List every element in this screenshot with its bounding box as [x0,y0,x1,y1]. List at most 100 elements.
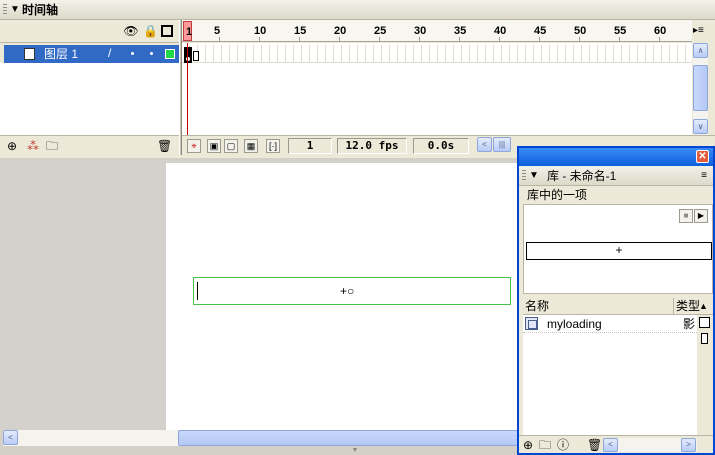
layer-footer: ⊕ ⁂ 🗀 🗑 [0,135,179,155]
ruler-label: 15 [294,25,307,37]
dynamic-text-field[interactable]: +○ [193,277,511,305]
center-frame-icon[interactable]: ⌖ [187,139,201,153]
motion-guide-icon[interactable]: ⁂ [27,138,39,154]
trash-icon[interactable]: 🗑 [587,437,602,453]
registration-point-icon: +○ [340,284,355,298]
ruler-label: 45 [534,25,547,37]
timeline-title: 时间轴 [22,3,59,17]
ruler-label: 30 [414,25,427,37]
timeline-menu-icon[interactable]: ▸≡ [693,24,705,38]
elapsed-time-field: 0.0s [413,138,469,154]
new-symbol-icon[interactable]: ⊕ [523,437,533,453]
text-caret [197,282,198,300]
narrow-view-icon[interactable] [701,333,708,344]
scroll-thumb[interactable]: ||| [493,137,511,152]
timeline-vertical-scrollbar[interactable]: ∧ ∨ [693,43,708,136]
frame-ruler[interactable]: 1 5 10 15 20 25 30 35 40 45 50 55 60 [182,20,692,42]
scroll-right-button[interactable]: > [681,438,696,452]
item-name[interactable]: myloading [547,316,602,332]
insert-folder-icon[interactable]: 🗀 [46,138,58,154]
wide-view-icon[interactable] [699,317,710,328]
movie-clip-icon [525,317,538,330]
ruler-tick [619,37,620,41]
onion-outlines-icon[interactable]: ▢ [224,139,238,153]
ruler-tick [339,37,340,41]
ruler-tick [379,37,380,41]
library-titlebar[interactable]: ✕ [519,148,713,166]
current-frame-field: 1 [288,138,332,154]
collapse-arrow-icon[interactable]: ▼ [10,3,20,17]
scroll-down-button[interactable]: ∨ [693,119,708,134]
ruler-tick [299,37,300,41]
lock-icon[interactable]: 🔒 [143,24,158,38]
ruler-label: 25 [374,25,387,37]
ruler-tick [579,37,580,41]
stop-button[interactable]: ■ [679,209,693,223]
playhead-label: 1 [186,26,193,38]
trash-icon[interactable]: 🗑 [157,138,172,154]
eye-icon[interactable]: 👁 [122,24,140,38]
ruler-label: 40 [494,25,507,37]
onion-skin-icon[interactable]: ▣ [207,139,221,153]
timeline-panel: ▼ 时间轴 👁 🔒 图层 1 / ⊕ ⁂ 🗀 🗑 1 5 10 15 20 25… [0,0,715,158]
library-footer: ⊕ 🗀 ⓘ 🗑 < > [519,435,713,453]
library-preview: ■ ▶ + [523,204,713,294]
library-panel: ✕ ▼ 库 - 未命名-1 ≡ 库中的一项 ■ ▶ + 名称 类型 ▲ mylo… [517,146,715,455]
modify-markers-icon[interactable]: [·] [266,139,280,153]
options-menu-icon[interactable]: ≡ [701,170,707,182]
scroll-left-button[interactable]: < [3,430,18,445]
ruler-label: 60 [654,25,667,37]
frame-row[interactable] [182,45,692,63]
timeline-horizontal-scrollbar[interactable]: < ||| [477,137,511,153]
pencil-icon: / [108,46,112,60]
column-name[interactable]: 名称 [525,298,549,314]
column-type[interactable]: 类型 [673,298,700,314]
panel-grip-icon[interactable] [522,170,526,182]
scroll-thumb[interactable] [178,430,518,446]
scroll-up-button[interactable]: ∧ [693,43,708,58]
ruler-tick [539,37,540,41]
frame-grid[interactable] [182,43,692,136]
timeline-header[interactable]: ▼ 时间轴 [0,0,715,20]
layer-name[interactable]: 图层 1 [44,46,78,62]
new-folder-icon[interactable]: 🗀 [539,437,551,453]
panel-grip-icon[interactable] [3,4,7,16]
playhead-line [187,43,188,136]
scroll-thumb[interactable] [693,65,708,111]
item-type: 影 [683,317,696,331]
ruler-tick [499,37,500,41]
library-list: myloading 影 [523,315,697,435]
scroll-left-button[interactable]: < [603,438,618,452]
library-item-count: 库中的一项 [527,188,588,202]
properties-icon[interactable]: ⓘ [557,437,569,453]
preview-symbol: + [526,242,712,260]
ruler-tick [459,37,460,41]
ruler-label: 50 [574,25,587,37]
play-button[interactable]: ▶ [694,209,708,223]
library-horizontal-scrollbar[interactable]: < > [603,438,697,452]
list-item[interactable]: myloading 影 [523,315,697,333]
edit-multiple-frames-icon[interactable]: ▦ [244,139,258,153]
sort-order-icon[interactable]: ▲ [699,299,708,313]
layer-row[interactable]: 图层 1 / [4,45,179,63]
visibility-dot-icon[interactable] [131,52,134,55]
layer-color-swatch[interactable] [165,49,175,59]
collapse-arrow-icon[interactable]: ▼ [529,169,539,183]
outline-icon[interactable] [161,25,173,37]
close-button[interactable]: ✕ [696,150,709,163]
layer-list-empty [0,63,179,135]
ruler-tick [659,37,660,41]
lock-dot-icon[interactable] [150,52,153,55]
ruler-label: 35 [454,25,467,37]
panel-resize-grip[interactable]: ▼ [330,447,380,455]
stage-horizontal-scrollbar[interactable]: < [3,430,518,446]
playhead-marker[interactable]: 1 [183,21,192,41]
scroll-left-button[interactable]: < [477,137,492,152]
layer-page-icon [24,48,35,60]
ruler-tick [419,37,420,41]
insert-layer-icon[interactable]: ⊕ [7,138,17,154]
ruler-label: 55 [614,25,627,37]
frame-rate-field[interactable]: 12.0 fps [337,138,407,154]
library-header[interactable]: ▼ 库 - 未命名-1 ≡ [519,166,713,186]
ruler-label: 20 [334,25,347,37]
